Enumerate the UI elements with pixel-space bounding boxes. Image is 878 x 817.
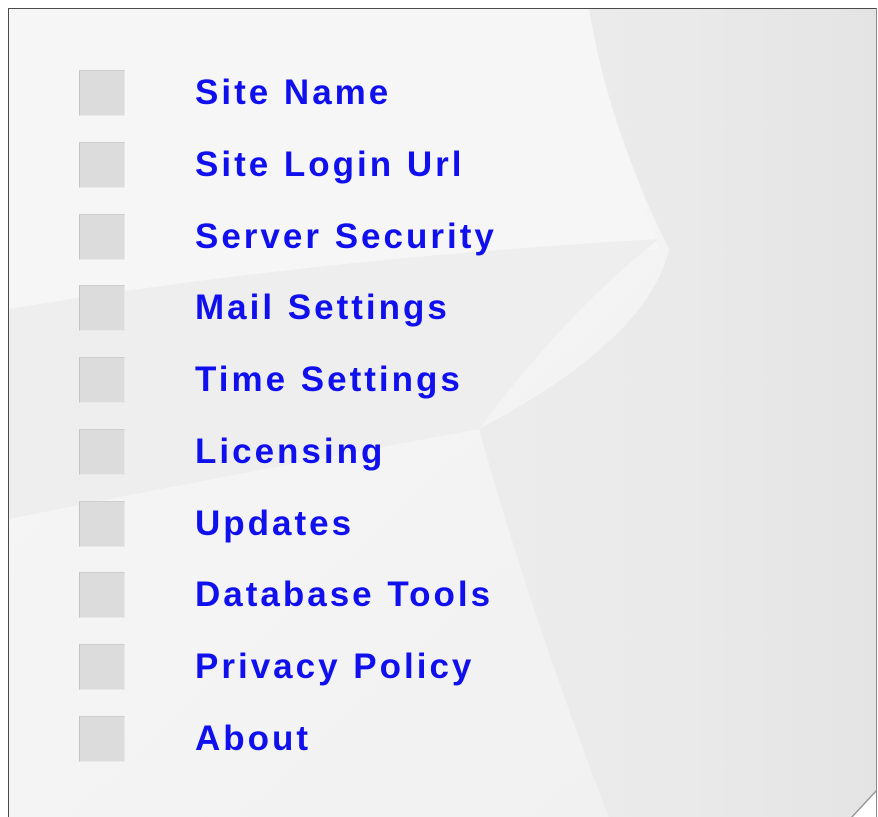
menu-link-licensing[interactable]: Licensing [195,427,385,477]
checkbox[interactable] [79,716,125,762]
menu-item-server-security[interactable]: Server Security [9,212,709,262]
menu-item-time-settings[interactable]: Time Settings [9,355,709,405]
checkbox[interactable] [79,142,125,188]
menu-item-updates[interactable]: Updates [9,499,709,549]
menu-item-site-login-url[interactable]: Site Login Url [9,140,709,190]
menu-item-about[interactable]: About [9,714,709,764]
checkbox[interactable] [79,572,125,618]
checkbox[interactable] [79,501,125,547]
checkbox[interactable] [79,285,125,331]
menu-link-site-login-url[interactable]: Site Login Url [195,140,465,190]
menu-item-mail-settings[interactable]: Mail Settings [9,283,709,333]
menu-item-database-tools[interactable]: Database Tools [9,570,709,620]
menu-link-mail-settings[interactable]: Mail Settings [195,283,450,333]
menu-link-privacy-policy[interactable]: Privacy Policy [195,642,474,692]
panel-background-decoration [9,9,876,817]
menu-link-time-settings[interactable]: Time Settings [195,355,463,405]
checkbox[interactable] [79,644,125,690]
menu-link-updates[interactable]: Updates [195,499,354,549]
menu-item-licensing[interactable]: Licensing [9,427,709,477]
menu-link-site-name[interactable]: Site Name [195,68,391,118]
menu-item-site-name[interactable]: Site Name [9,68,709,118]
checkbox[interactable] [79,429,125,475]
checkbox[interactable] [79,70,125,116]
checkbox[interactable] [79,357,125,403]
menu-link-server-security[interactable]: Server Security [195,212,497,262]
menu-link-database-tools[interactable]: Database Tools [195,570,493,620]
settings-menu-panel: Site Name Site Login Url Server Security… [8,8,877,817]
menu-item-privacy-policy[interactable]: Privacy Policy [9,642,709,692]
checkbox[interactable] [79,214,125,260]
menu-link-about[interactable]: About [195,714,311,764]
